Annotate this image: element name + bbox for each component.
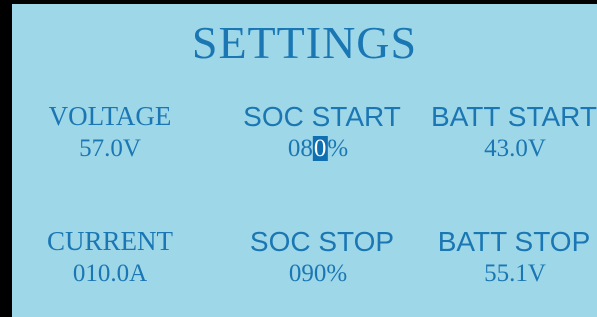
soc-start-value[interactable]: 080% [288,136,348,161]
soc-start-label: SOC START [243,101,401,132]
batt-stop-value[interactable]: 55.1V [484,261,546,286]
soc-start-value-prefix: 08 [287,135,313,162]
soc-stop-value[interactable]: 090% [289,261,347,286]
settings-screen: SETTINGS VOLTAGE 57.0V SOC START 080% BA… [12,4,597,317]
screen-title: SETTINGS [191,17,418,68]
lcd-frame: SETTINGS VOLTAGE 57.0V SOC START 080% BA… [0,0,597,317]
edit-cursor[interactable]: 0 [312,136,328,161]
current-value[interactable]: 010.0A [73,261,147,286]
batt-stop-label: BATT STOP [437,226,591,257]
soc-stop-label: SOC STOP [249,226,395,257]
current-label: CURRENT [46,226,174,256]
soc-start-value-suffix: % [327,135,349,162]
voltage-value[interactable]: 57.0V [79,136,141,161]
batt-start-value[interactable]: 43.0V [484,136,546,161]
voltage-label: VOLTAGE [48,101,172,131]
batt-start-label: BATT START [431,101,597,132]
